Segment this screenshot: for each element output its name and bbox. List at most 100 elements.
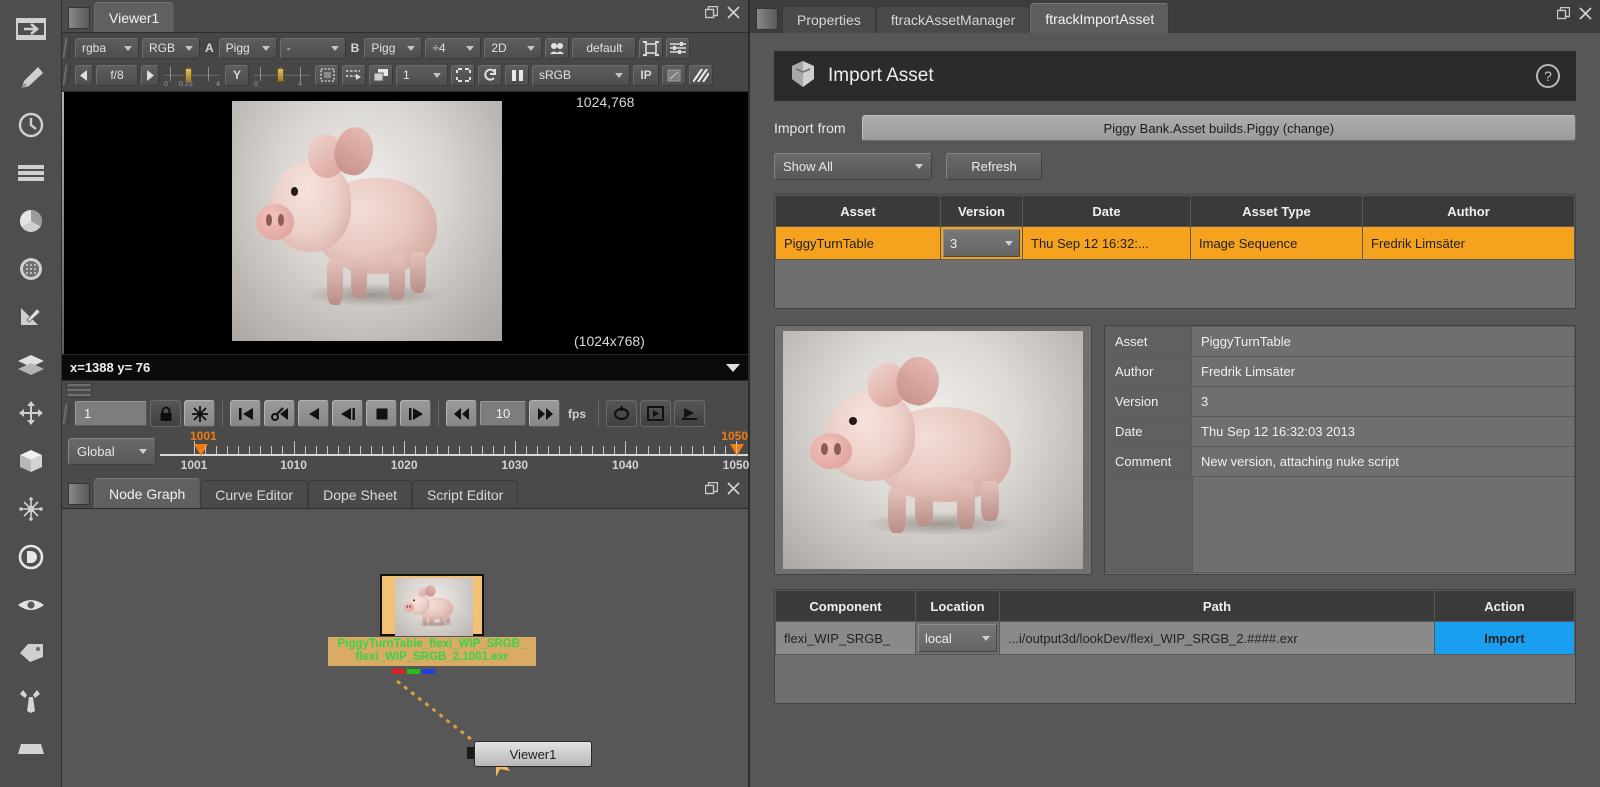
- metadata-tag-icon[interactable]: [11, 634, 51, 672]
- previous-keyframe-button[interactable]: [264, 400, 295, 427]
- refresh-button[interactable]: Refresh: [946, 153, 1042, 180]
- version-dropdown[interactable]: 3: [943, 229, 1020, 257]
- gain-decrease-button[interactable]: [75, 64, 93, 86]
- eye-views-icon[interactable]: [11, 586, 51, 624]
- stripes-icon[interactable]: [689, 64, 713, 86]
- deep-icon[interactable]: [11, 538, 51, 576]
- first-frame-button[interactable]: [230, 400, 261, 427]
- close-icon[interactable]: [727, 482, 740, 500]
- float-icon[interactable]: [704, 481, 719, 500]
- fps-field[interactable]: 10: [480, 401, 526, 426]
- close-icon[interactable]: [1579, 7, 1592, 25]
- col-date[interactable]: Date: [1022, 195, 1191, 227]
- alpha-overlay-icon[interactable]: [662, 64, 686, 86]
- gamma-slider[interactable]: 0 4: [254, 65, 310, 88]
- pause-icon[interactable]: [505, 64, 529, 86]
- input-a-dropdown[interactable]: Pigg: [218, 37, 277, 59]
- color-wheel-icon[interactable]: [11, 202, 51, 240]
- tab-dope-sheet[interactable]: Dope Sheet: [308, 480, 413, 508]
- col-action[interactable]: Action: [1434, 590, 1575, 622]
- keyer-pen-icon[interactable]: [11, 298, 51, 336]
- float-icon[interactable]: [1556, 6, 1571, 25]
- gain-increase-button[interactable]: [141, 64, 159, 86]
- sliders-icon[interactable]: [666, 37, 691, 59]
- tab-curve-editor[interactable]: Curve Editor: [200, 480, 309, 508]
- viewer-coordinate-readout[interactable]: x=1388 y= 76: [62, 354, 748, 381]
- toolbar-drag-handle[interactable]: [62, 38, 72, 58]
- help-question-icon[interactable]: ?: [1536, 64, 1560, 88]
- clipping-warning-icon[interactable]: [451, 64, 475, 86]
- transport-drag-handle[interactable]: [66, 383, 92, 398]
- channels-dropdown[interactable]: rgba: [75, 37, 139, 59]
- play-once-icon[interactable]: [640, 400, 671, 427]
- lock-icon[interactable]: [150, 400, 181, 427]
- properties-grip-handle[interactable]: [756, 8, 778, 30]
- col-author[interactable]: Author: [1362, 195, 1575, 227]
- layer-dropdown[interactable]: RGB: [142, 37, 200, 59]
- read-node[interactable]: [380, 574, 484, 636]
- import-button[interactable]: Import: [1434, 621, 1575, 655]
- frame-range-selector[interactable]: Global: [68, 438, 156, 465]
- paint-brush-icon[interactable]: [11, 58, 51, 96]
- proxy-dropdown[interactable]: ÷4: [425, 37, 482, 59]
- col-location[interactable]: Location: [915, 590, 1000, 622]
- layers-icon[interactable]: [11, 346, 51, 384]
- tab-node-graph[interactable]: Node Graph: [94, 478, 201, 508]
- stop-button[interactable]: [366, 400, 397, 427]
- play-backward-button[interactable]: [298, 400, 329, 427]
- col-path[interactable]: Path: [999, 590, 1435, 622]
- fast-forward-icon[interactable]: [529, 400, 560, 427]
- wipe-icon[interactable]: [342, 64, 366, 86]
- time-clock-icon[interactable]: [11, 106, 51, 144]
- current-frame-field[interactable]: 1: [75, 401, 147, 426]
- colorspace-dropdown[interactable]: sRGB: [532, 64, 630, 86]
- gamma-toggle-button[interactable]: Y: [225, 64, 249, 86]
- node-graph-canvas[interactable]: PiggyTurnTable_flexi_WIP_SRGB_ flexi_WIP…: [62, 509, 748, 787]
- chevron-down-icon[interactable]: [726, 363, 740, 372]
- stack-lines-icon[interactable]: [11, 154, 51, 192]
- gain-icon[interactable]: [639, 37, 664, 59]
- col-asset-type[interactable]: Asset Type: [1190, 195, 1363, 227]
- tab-script-editor[interactable]: Script Editor: [412, 480, 519, 508]
- gain-slider[interactable]: 0 0.25 4: [164, 65, 220, 88]
- import-from-button[interactable]: Piggy Bank.Asset builds.Piggy (change): [861, 115, 1576, 141]
- col-version[interactable]: Version: [940, 195, 1023, 227]
- viewer-mode-dropdown[interactable]: 2D: [484, 37, 543, 59]
- other-box-icon[interactable]: [11, 730, 51, 768]
- refresh-icon[interactable]: [478, 64, 502, 86]
- monitor-out-icon[interactable]: [369, 64, 393, 86]
- freeze-icon[interactable]: [184, 400, 215, 427]
- fstop-value[interactable]: f/8: [96, 64, 138, 86]
- blend-mode-dropdown[interactable]: -: [279, 37, 346, 59]
- roi-icon[interactable]: [315, 64, 339, 86]
- viewer-process-dropdown[interactable]: default: [572, 37, 637, 59]
- tab-properties[interactable]: Properties: [782, 6, 876, 33]
- input-b-dropdown[interactable]: Pigg: [364, 37, 423, 59]
- downres-dropdown[interactable]: 1: [396, 64, 448, 86]
- timeline-track[interactable]: 1001 1050 1001 1010 1020 1030 1040 1050: [160, 429, 749, 476]
- timeline-ruler[interactable]: Global 1001 1050 1001 1010 1020 1030 1040 105…: [62, 429, 749, 476]
- toolbar-drag-handle-2[interactable]: [62, 65, 72, 85]
- location-dropdown[interactable]: local: [918, 624, 997, 652]
- col-asset[interactable]: Asset: [775, 195, 941, 227]
- tab-viewer1[interactable]: Viewer1: [94, 2, 175, 32]
- viewer-node[interactable]: Viewer1: [474, 741, 592, 767]
- step-backward-button[interactable]: [332, 400, 363, 427]
- rewind-icon[interactable]: [446, 400, 477, 427]
- transport-handle[interactable]: [62, 403, 72, 424]
- tab-ftrack-asset-manager[interactable]: ftrackAssetManager: [875, 6, 1031, 33]
- range-end-marker[interactable]: [730, 444, 744, 456]
- viewer-canvas[interactable]: 1024,768 (1024x768): [62, 92, 748, 354]
- tools-wrench-icon[interactable]: [11, 682, 51, 720]
- stereo-icon[interactable]: [545, 37, 570, 59]
- ip-button[interactable]: IP: [633, 64, 659, 86]
- float-icon[interactable]: [704, 5, 719, 24]
- col-component[interactable]: Component: [775, 590, 916, 622]
- panel-grip-handle[interactable]: [68, 7, 90, 29]
- grain-circle-icon[interactable]: [11, 250, 51, 288]
- loop-icon[interactable]: [606, 400, 637, 427]
- particles-icon[interactable]: [11, 490, 51, 528]
- show-filter-dropdown[interactable]: Show All: [774, 153, 932, 180]
- cube-3d-icon[interactable]: [11, 442, 51, 480]
- nodegraph-grip-handle[interactable]: [68, 483, 90, 505]
